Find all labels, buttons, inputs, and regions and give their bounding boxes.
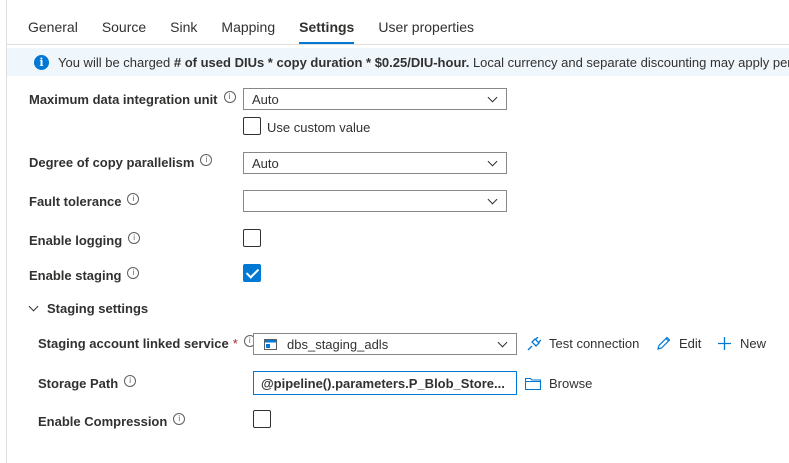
staging-settings-toggle[interactable]: Staging settings: [28, 301, 149, 316]
linked-service-value: dbs_staging_adls: [287, 336, 389, 352]
banner-prefix: You will be charged: [58, 54, 174, 70]
edit-label: Edit: [679, 336, 702, 351]
enable-staging-info-icon[interactable]: i: [127, 266, 140, 279]
test-connection-label: Test connection: [549, 336, 640, 351]
new-button[interactable]: New: [717, 336, 766, 351]
use-custom-value-checkbox[interactable]: [243, 117, 261, 135]
enable-logging-checkbox[interactable]: [243, 229, 261, 247]
enable-staging-label: Enable staging i: [29, 266, 140, 283]
fault-tolerance-dropdown[interactable]: [243, 190, 507, 212]
enable-logging-label-text: Enable logging: [29, 233, 123, 248]
fault-tolerance-label: Fault tolerance i: [29, 192, 140, 209]
storage-account-icon: [264, 338, 277, 350]
max-diu-label: Maximum data integration unit i: [29, 90, 236, 107]
tab-user-properties[interactable]: User properties: [378, 0, 474, 44]
enable-logging-label: Enable logging i: [29, 231, 141, 248]
tab-bar: General Source Sink Mapping Settings Use…: [28, 0, 498, 44]
fault-tolerance-label-text: Fault tolerance: [29, 194, 122, 209]
tab-sink[interactable]: Sink: [170, 0, 197, 44]
tab-mapping[interactable]: Mapping: [221, 0, 275, 44]
parallelism-value: Auto: [252, 155, 279, 171]
storage-path-label-text: Storage Path: [38, 376, 119, 391]
banner-suffix: Local currency and separate discounting …: [469, 54, 789, 70]
linked-service-label: Staging account linked service * i: [38, 334, 256, 351]
required-marker: *: [232, 336, 238, 351]
max-diu-value: Auto: [252, 91, 279, 107]
parallelism-dropdown[interactable]: Auto: [243, 152, 507, 174]
max-diu-label-text: Maximum data integration unit: [29, 92, 218, 107]
chevron-down-icon: [497, 337, 508, 348]
new-label: New: [740, 336, 767, 351]
folder-icon: [525, 377, 541, 390]
browse-label: Browse: [549, 376, 593, 391]
enable-staging-label-text: Enable staging: [29, 268, 122, 283]
enable-compression-label: Enable Compression i: [38, 412, 186, 429]
enable-compression-info-icon[interactable]: i: [173, 412, 186, 425]
test-connection-button[interactable]: Test connection: [527, 336, 639, 351]
storage-path-input[interactable]: @pipeline().parameters.P_Blob_Store...: [253, 371, 517, 395]
enable-compression-label-text: Enable Compression: [38, 414, 168, 429]
parallelism-info-icon[interactable]: i: [200, 153, 213, 166]
tab-settings[interactable]: Settings: [299, 0, 355, 44]
chevron-down-icon: [487, 92, 498, 103]
use-custom-value-label: Use custom value: [267, 120, 371, 135]
chevron-down-icon: [28, 301, 39, 312]
info-icon: i: [34, 54, 49, 70]
chevron-down-icon: [487, 194, 498, 205]
max-diu-dropdown[interactable]: Auto: [243, 88, 507, 110]
browse-button[interactable]: Browse: [525, 376, 592, 391]
parallelism-label: Degree of copy parallelism i: [29, 153, 213, 170]
banner-formula: # of used DIUs * copy duration * $0.25/D…: [173, 54, 470, 70]
edit-button[interactable]: Edit: [656, 336, 701, 351]
plug-icon: [527, 336, 541, 350]
enable-logging-info-icon[interactable]: i: [128, 231, 141, 244]
storage-path-info-icon[interactable]: i: [124, 374, 137, 387]
plus-icon: [718, 337, 731, 350]
tabs-divider: [7, 44, 789, 45]
enable-compression-checkbox[interactable]: [253, 410, 271, 428]
tab-general[interactable]: General: [28, 0, 78, 44]
storage-path-value: @pipeline().parameters.P_Blob_Store...: [261, 375, 505, 391]
storage-path-label: Storage Path i: [38, 374, 137, 391]
staging-settings-title: Staging settings: [47, 301, 149, 316]
enable-staging-checkbox[interactable]: [243, 264, 261, 282]
parallelism-label-text: Degree of copy parallelism: [29, 155, 195, 170]
chevron-down-icon: [487, 156, 498, 167]
pencil-icon: [657, 336, 671, 350]
tab-source[interactable]: Source: [102, 0, 146, 44]
fault-tolerance-info-icon[interactable]: i: [127, 192, 140, 205]
linked-service-label-text: Staging account linked service: [38, 336, 229, 351]
pricing-banner: i You will be charged # of used DIUs * c…: [7, 48, 789, 76]
linked-service-dropdown[interactable]: dbs_staging_adls: [253, 333, 517, 355]
max-diu-info-icon[interactable]: i: [223, 90, 236, 103]
